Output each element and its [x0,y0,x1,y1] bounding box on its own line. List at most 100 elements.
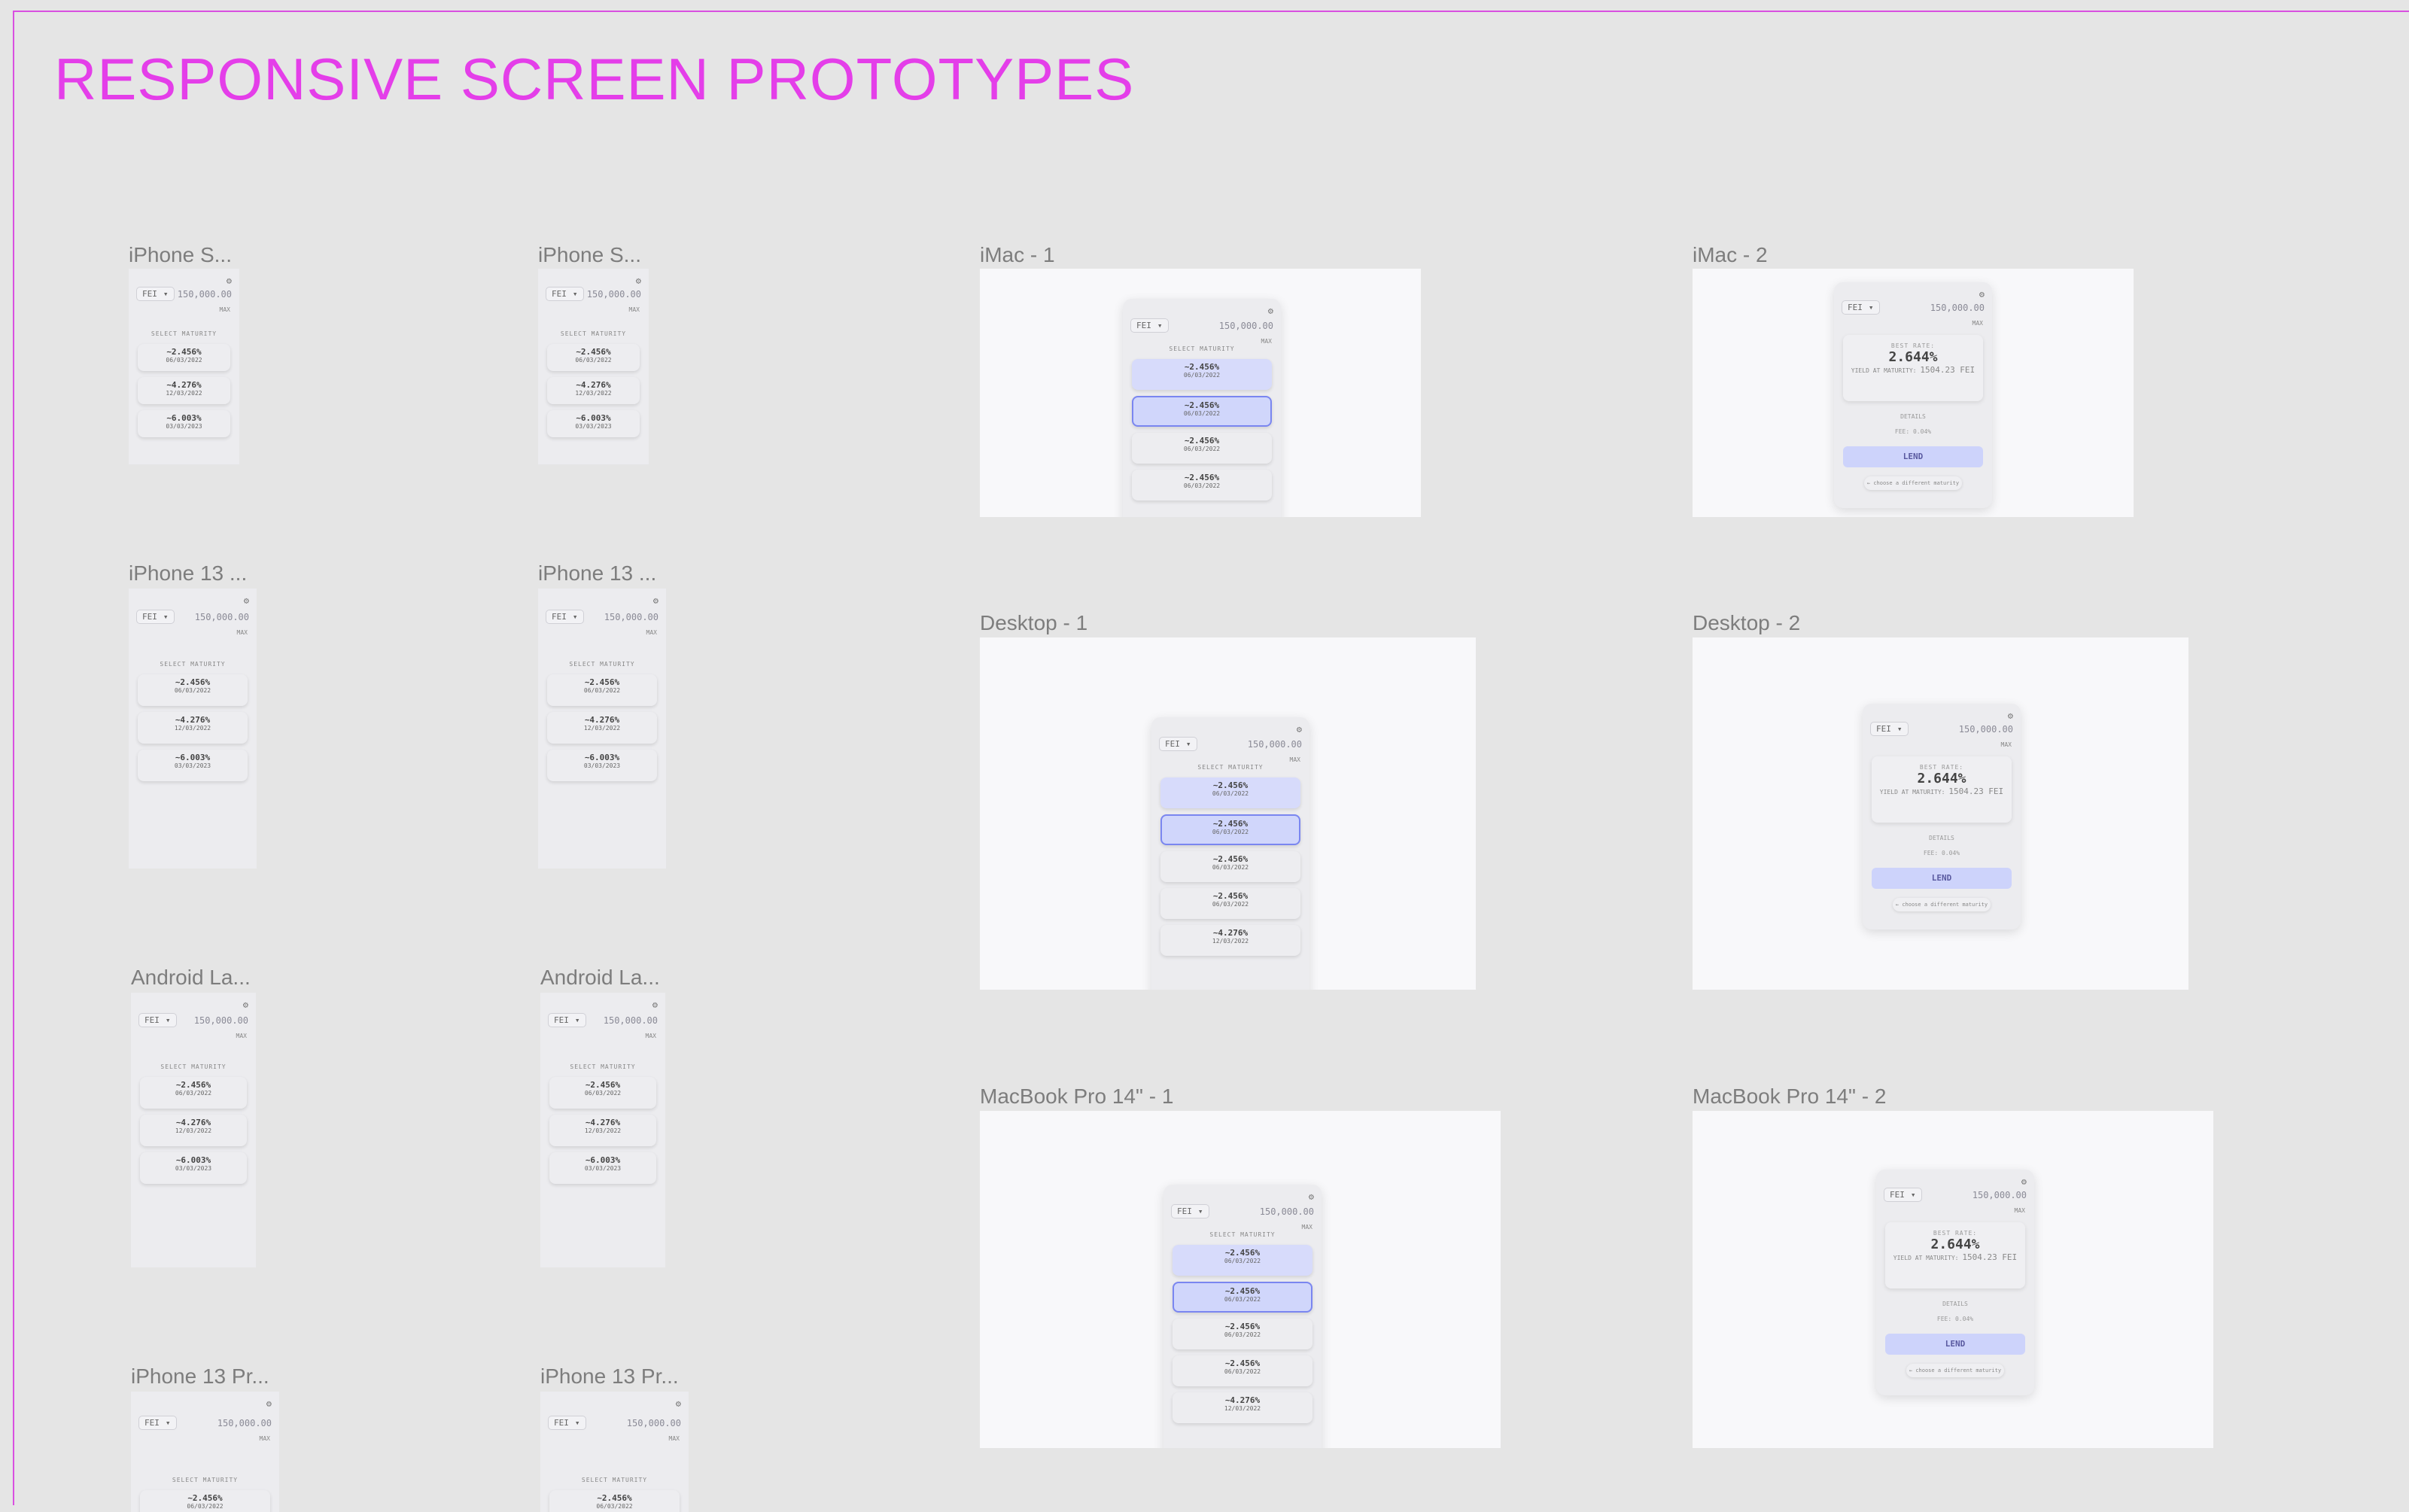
maturity-option[interactable]: ~2.456% 06/03/2022 [549,1076,656,1109]
frame-desk[interactable]: ⚙ FEI ▾ 150,000.00 MAX SELECT MATURITY ~2.456%… [980,269,1421,517]
max-button[interactable]: MAX [2015,1207,2025,1214]
frame-desk[interactable]: ⚙ FEI ▾ 150,000.00 MAX SELECT MATURITY ~2.456%… [980,637,1476,990]
maturity-option[interactable]: ~2.456% 06/03/2022 [1160,851,1300,882]
max-button[interactable]: MAX [669,1435,680,1442]
token-select[interactable]: FEI ▾ [548,1013,586,1028]
max-button[interactable]: MAX [629,306,640,313]
gear-icon[interactable]: ⚙ [266,1399,272,1408]
maturity-option[interactable]: ~4.276% 12/03/2022 [547,712,657,744]
gear-icon[interactable]: ⚙ [652,1000,658,1009]
maturity-option[interactable]: ~6.003% 03/03/2023 [138,409,230,437]
maturity-option[interactable]: ~2.456% 06/03/2022 [1160,888,1300,919]
gear-icon[interactable]: ⚙ [2021,1177,2027,1186]
frame-mobile[interactable]: ⚙ FEI ▾ 150,000.00 MAX SELECT MATURITY ~2.456%… [538,589,666,869]
maturity-option[interactable]: ~2.456% 06/03/2022 [138,343,230,371]
amount-input[interactable]: 150,000.00 [604,1015,658,1026]
maturity-option[interactable]: ~2.456% 06/03/2022 [547,674,657,706]
maturity-option[interactable]: ~2.456% 06/03/2022 [1173,1282,1312,1313]
token-select[interactable]: FEI ▾ [138,1416,177,1431]
amount-input[interactable]: 150,000.00 [1973,1190,2027,1200]
maturity-option[interactable]: ~2.456% 06/03/2022 [1173,1319,1312,1349]
amount-input[interactable]: 150,000.00 [1248,739,1302,750]
maturity-option[interactable]: ~2.456% 06/03/2022 [138,674,248,706]
gear-icon[interactable]: ⚙ [243,1000,248,1009]
max-button[interactable]: MAX [237,629,248,636]
frame-label[interactable]: iPhone 13 Pr... [540,1364,679,1389]
maturity-option[interactable]: ~6.003% 03/03/2023 [547,409,640,437]
frame-mobile[interactable]: ⚙ FEI ▾ 150,000.00 MAX SELECT MATURITY ~2.456%… [131,993,256,1267]
amount-input[interactable]: 150,000.00 [1930,303,1985,313]
frame-label[interactable]: iPhone S... [538,243,641,267]
frame-desk[interactable]: ⚙ FEI ▾ 150,000.00 MAX BEST RATE: 2.644% YIELD … [1693,1111,2213,1448]
details-link[interactable]: DETAILS [1876,1301,2034,1307]
maturity-option[interactable]: ~6.003% 03/03/2023 [138,750,248,781]
frame-mobile[interactable]: ⚙ FEI ▾ 150,000.00 MAX SELECT MATURITY ~2.456%… [131,1392,279,1512]
maturity-option[interactable]: ~2.456% 06/03/2022 [1160,814,1300,845]
amount-input[interactable]: 150,000.00 [604,612,659,622]
amount-input[interactable]: 150,000.00 [627,1418,681,1428]
frame-mobile[interactable]: ⚙ FEI ▾ 150,000.00 MAX SELECT MATURITY ~2.456%… [129,269,239,464]
gear-icon[interactable]: ⚙ [227,276,232,285]
frame-label[interactable]: Desktop - 2 [1693,611,1800,635]
max-button[interactable]: MAX [1302,1224,1312,1231]
token-select[interactable]: FEI ▾ [136,287,175,302]
frame-label[interactable]: iPhone 13 Pr... [131,1364,269,1389]
max-button[interactable]: MAX [646,629,657,636]
maturity-option[interactable]: ~2.456% 06/03/2022 [140,1076,247,1109]
maturity-option[interactable]: ~4.276% 12/03/2022 [1173,1392,1312,1423]
frame-label[interactable]: MacBook Pro 14" - 1 [980,1085,1173,1109]
amount-input[interactable]: 150,000.00 [1219,321,1273,331]
frame-mobile[interactable]: ⚙ FEI ▾ 150,000.00 MAX SELECT MATURITY ~2.456%… [538,269,649,464]
gear-icon[interactable]: ⚙ [244,596,249,605]
gear-icon[interactable]: ⚙ [2008,711,2013,720]
lend-button[interactable]: LEND [1872,868,2012,889]
gear-icon[interactable]: ⚙ [1297,725,1302,734]
max-button[interactable]: MAX [236,1033,247,1039]
frame-label[interactable]: iMac - 2 [1693,243,1768,267]
maturity-option[interactable]: ~6.003% 03/03/2023 [547,750,657,781]
amount-input[interactable]: 150,000.00 [194,1015,248,1026]
frame-mobile[interactable]: ⚙ FEI ▾ 150,000.00 MAX SELECT MATURITY ~2.456%… [540,993,665,1267]
details-link[interactable]: DETAILS [1834,413,1992,420]
lend-button[interactable]: LEND [1843,446,1983,467]
frame-desk[interactable]: ⚙ FEI ▾ 150,000.00 MAX SELECT MATURITY ~2.456%… [980,1111,1501,1448]
maturity-option[interactable]: ~6.003% 03/03/2023 [140,1151,247,1184]
maturity-option[interactable]: ~2.456% 06/03/2022 [547,343,640,371]
max-button[interactable]: MAX [646,1033,656,1039]
token-select[interactable]: FEI ▾ [1842,300,1880,315]
frame-label[interactable]: Android La... [131,966,251,990]
gear-icon[interactable]: ⚙ [1979,290,1985,299]
token-select[interactable]: FEI ▾ [1130,318,1169,333]
gear-icon[interactable]: ⚙ [653,596,659,605]
maturity-option[interactable]: ~4.276% 12/03/2022 [138,712,248,744]
max-button[interactable]: MAX [220,306,230,313]
max-button[interactable]: MAX [2001,741,2012,748]
token-select[interactable]: FEI ▾ [138,1013,177,1028]
maturity-option[interactable]: ~2.456% 06/03/2022 [1132,359,1272,390]
max-button[interactable]: MAX [260,1435,270,1442]
amount-input[interactable]: 150,000.00 [217,1418,272,1428]
token-select[interactable]: FEI ▾ [136,610,175,624]
token-select[interactable]: FEI ▾ [1884,1188,1922,1202]
amount-input[interactable]: 150,000.00 [1959,724,2013,735]
maturity-option[interactable]: ~2.456% 06/03/2022 [1173,1245,1312,1276]
token-select[interactable]: FEI ▾ [548,1416,586,1431]
amount-input[interactable]: 150,000.00 [195,612,249,622]
token-select[interactable]: FEI ▾ [1171,1204,1209,1218]
token-select[interactable]: FEI ▾ [546,287,584,302]
token-select[interactable]: FEI ▾ [1870,722,1909,736]
frame-label[interactable]: MacBook Pro 14" - 2 [1693,1085,1886,1109]
max-button[interactable]: MAX [1261,338,1272,345]
frame-label[interactable]: Desktop - 1 [980,611,1087,635]
max-button[interactable]: MAX [1290,756,1300,763]
frame-label[interactable]: Android La... [540,966,660,990]
frame-desk[interactable]: ⚙ FEI ▾ 150,000.00 MAX BEST RATE: 2.644% YIELD … [1693,269,2134,517]
lend-button[interactable]: LEND [1885,1334,2025,1355]
choose-maturity-button[interactable]: ← choose a different maturity [1893,898,1991,911]
maturity-option[interactable]: ~2.456% 06/03/2022 [1132,470,1272,500]
maturity-option[interactable]: ~4.276% 12/03/2022 [547,376,640,404]
frame-label[interactable]: iPhone 13 ... [538,561,656,586]
frame-desk[interactable]: ⚙ FEI ▾ 150,000.00 MAX BEST RATE: 2.644% YIELD … [1693,637,2188,990]
token-select[interactable]: FEI ▾ [546,610,584,624]
frame-label[interactable]: iMac - 1 [980,243,1055,267]
